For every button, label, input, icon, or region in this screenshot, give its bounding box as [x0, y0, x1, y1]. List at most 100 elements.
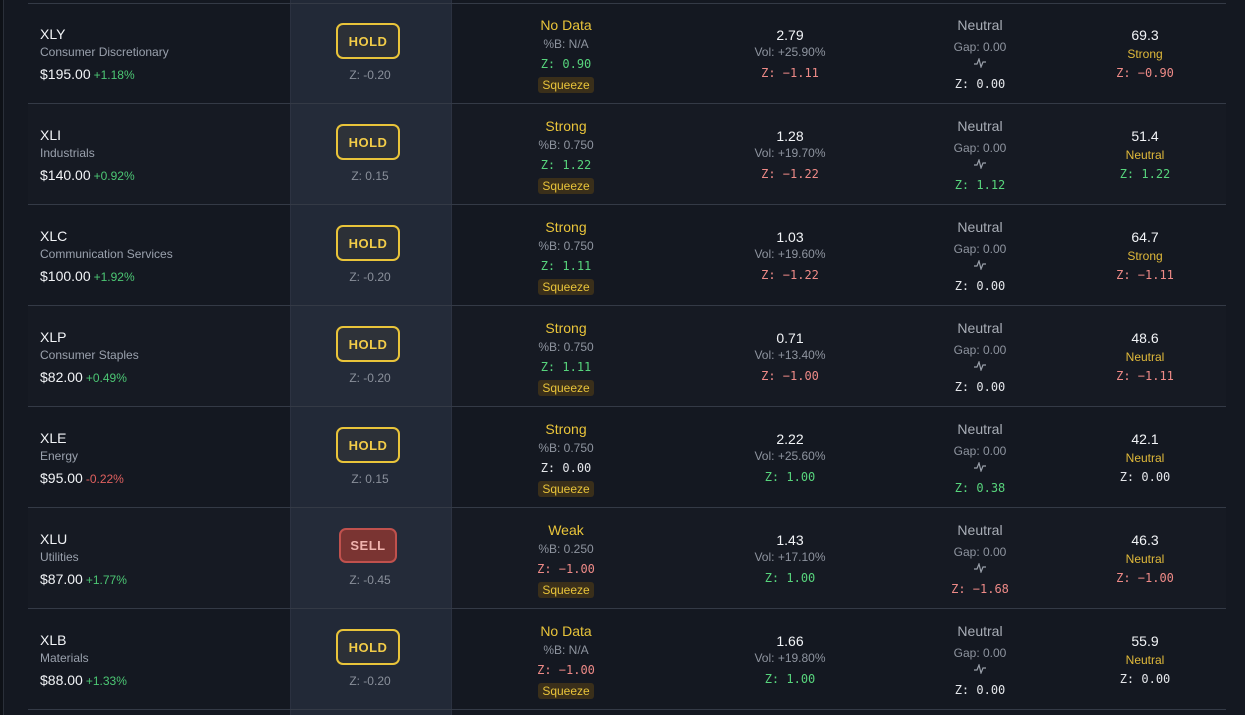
table-row[interactable]: XLU Utilities $87.00 +1.77% SELL Z: -0.45… [28, 508, 1226, 609]
squeeze-badge: Squeeze [506, 581, 626, 599]
sector-name: Energy [40, 449, 79, 463]
gap-z-score: Z: 1.12 [954, 178, 1006, 192]
sector-name: Industrials [40, 146, 95, 160]
ticker-symbol[interactable]: XLE [40, 430, 66, 446]
volume-change: Vol: +25.60% [754, 449, 826, 463]
price: $140.00 +0.92% [40, 167, 135, 183]
volume-change: Vol: +17.10% [754, 550, 826, 564]
gap-z-score: Z: 0.00 [954, 77, 1006, 91]
rsi-status: Strong [1127, 249, 1163, 263]
volume-ratio: 2.22 [776, 431, 804, 447]
table-row[interactable]: XLE Energy $95.00 -0.22% HOLD Z: 0.15 Str… [28, 407, 1226, 508]
bb-status: Strong [545, 320, 587, 336]
table-row[interactable]: XLB Materials $88.00 +1.33% HOLD Z: -0.20… [28, 609, 1226, 710]
signal-badge[interactable]: HOLD [336, 225, 400, 261]
signal-badge[interactable]: HOLD [336, 326, 400, 362]
bb-percent: %B: 0.750 [538, 239, 594, 253]
ticker-symbol[interactable]: XLI [40, 127, 61, 143]
volume-z-score: Z: 1.00 [764, 672, 816, 686]
signal-badge[interactable]: HOLD [336, 124, 400, 160]
signal-badge[interactable]: HOLD [336, 23, 400, 59]
gap-value: Gap: 0.00 [953, 444, 1007, 458]
rsi-z-score: Z: 0.00 [1119, 470, 1171, 484]
sector-name: Materials [40, 651, 89, 665]
signal-cell: HOLD Z: -0.20 [290, 205, 450, 305]
bb-z-score: Z: −1.00 [537, 562, 595, 576]
ticker-symbol[interactable]: XLP [40, 329, 66, 345]
pulse-icon [920, 360, 1040, 374]
squeeze-badge: Squeeze [506, 480, 626, 498]
squeeze-badge: Squeeze [506, 76, 626, 94]
symbol-cell: XLP Consumer Staples $82.00 +0.49% [40, 306, 290, 406]
volume-ratio: 0.71 [776, 330, 804, 346]
bb-percent: %B: 0.250 [538, 542, 594, 556]
ticker-symbol[interactable]: XLY [40, 26, 65, 42]
table-row[interactable]: XLI Industrials $140.00 +0.92% HOLD Z: 0.… [28, 104, 1226, 205]
bb-percent: %B: N/A [543, 643, 589, 657]
price-change: +1.33% [85, 674, 127, 688]
price-change: -0.22% [85, 472, 124, 486]
price: $100.00 +1.92% [40, 268, 135, 284]
table-row[interactable]: XLY Consumer Discretionary $195.00 +1.18%… [28, 3, 1226, 104]
ticker-symbol[interactable]: XLB [40, 632, 66, 648]
bb-percent: %B: 0.750 [538, 441, 594, 455]
gap-status: Neutral [957, 421, 1003, 437]
signal-badge[interactable]: SELL [339, 528, 397, 563]
gap-z-score: Z: 0.00 [954, 380, 1006, 394]
bb-status: No Data [540, 17, 592, 33]
gap-status: Neutral [957, 320, 1003, 336]
symbol-cell: XLI Industrials $140.00 +0.92% [40, 104, 290, 204]
volume-ratio: 1.66 [776, 633, 804, 649]
gap-z-score: Z: 0.00 [954, 279, 1006, 293]
squeeze-badge: Squeeze [506, 278, 626, 296]
pulse-icon [920, 663, 1040, 677]
signal-z-score: Z: -0.20 [349, 270, 391, 284]
gap-status: Neutral [957, 219, 1003, 235]
volume-z-score: Z: −1.11 [761, 66, 819, 80]
ticker-symbol[interactable]: XLC [40, 228, 67, 244]
gap-value: Gap: 0.00 [953, 343, 1007, 357]
price-change: +0.92% [93, 169, 135, 183]
signal-badge[interactable]: HOLD [336, 427, 400, 463]
signal-badge[interactable]: HOLD [336, 629, 400, 665]
symbol-cell: XLC Communication Services $100.00 +1.92% [40, 205, 290, 305]
sector-name: Utilities [40, 550, 79, 564]
price-change: +1.18% [93, 68, 135, 82]
symbol-cell: XLY Consumer Discretionary $195.00 +1.18% [40, 3, 290, 103]
volume-z-score: Z: 1.00 [764, 571, 816, 585]
table-row[interactable]: XLC Communication Services $100.00 +1.92%… [28, 205, 1226, 306]
ticker-symbol[interactable]: XLU [40, 531, 67, 547]
bb-percent: %B: 0.750 [538, 340, 594, 354]
pulse-icon [920, 259, 1040, 273]
signal-z-score: Z: -0.20 [349, 371, 391, 385]
gap-z-score: Z: 0.38 [954, 481, 1006, 495]
rsi-status: Neutral [1125, 451, 1165, 465]
gap-status: Neutral [957, 118, 1003, 134]
rsi-value: 55.9 [1131, 633, 1159, 649]
signal-cell: HOLD Z: -0.20 [290, 306, 450, 406]
gap-status: Neutral [957, 623, 1003, 639]
rsi-z-score: Z: −1.00 [1116, 571, 1174, 585]
squeeze-badge: Squeeze [506, 379, 626, 397]
bb-z-score: Z: 0.00 [540, 461, 592, 475]
volume-change: Vol: +19.80% [754, 651, 826, 665]
bb-status: Strong [545, 421, 587, 437]
rsi-z-score: Z: 1.22 [1119, 167, 1171, 181]
bb-z-score: Z: 0.90 [540, 57, 592, 71]
bb-status: Weak [548, 522, 584, 538]
bb-status: Strong [545, 219, 587, 235]
volume-z-score: Z: 1.00 [764, 470, 816, 484]
gap-status: Neutral [957, 17, 1003, 33]
symbol-cell: XLB Materials $88.00 +1.33% [40, 609, 290, 709]
pulse-icon [920, 57, 1040, 71]
bb-z-score: Z: 1.11 [540, 360, 592, 374]
signal-cell: HOLD Z: 0.15 [290, 407, 450, 507]
table-row[interactable]: XLP Consumer Staples $82.00 +0.49% HOLD Z… [28, 306, 1226, 407]
sector-name: Communication Services [40, 247, 173, 261]
pulse-icon [920, 562, 1040, 576]
rsi-z-score: Z: −0.90 [1116, 66, 1174, 80]
bb-percent: %B: 0.750 [538, 138, 594, 152]
signal-cell: HOLD Z: -0.20 [290, 3, 450, 103]
bb-status: Strong [545, 118, 587, 134]
bb-z-score: Z: −1.00 [537, 663, 595, 677]
